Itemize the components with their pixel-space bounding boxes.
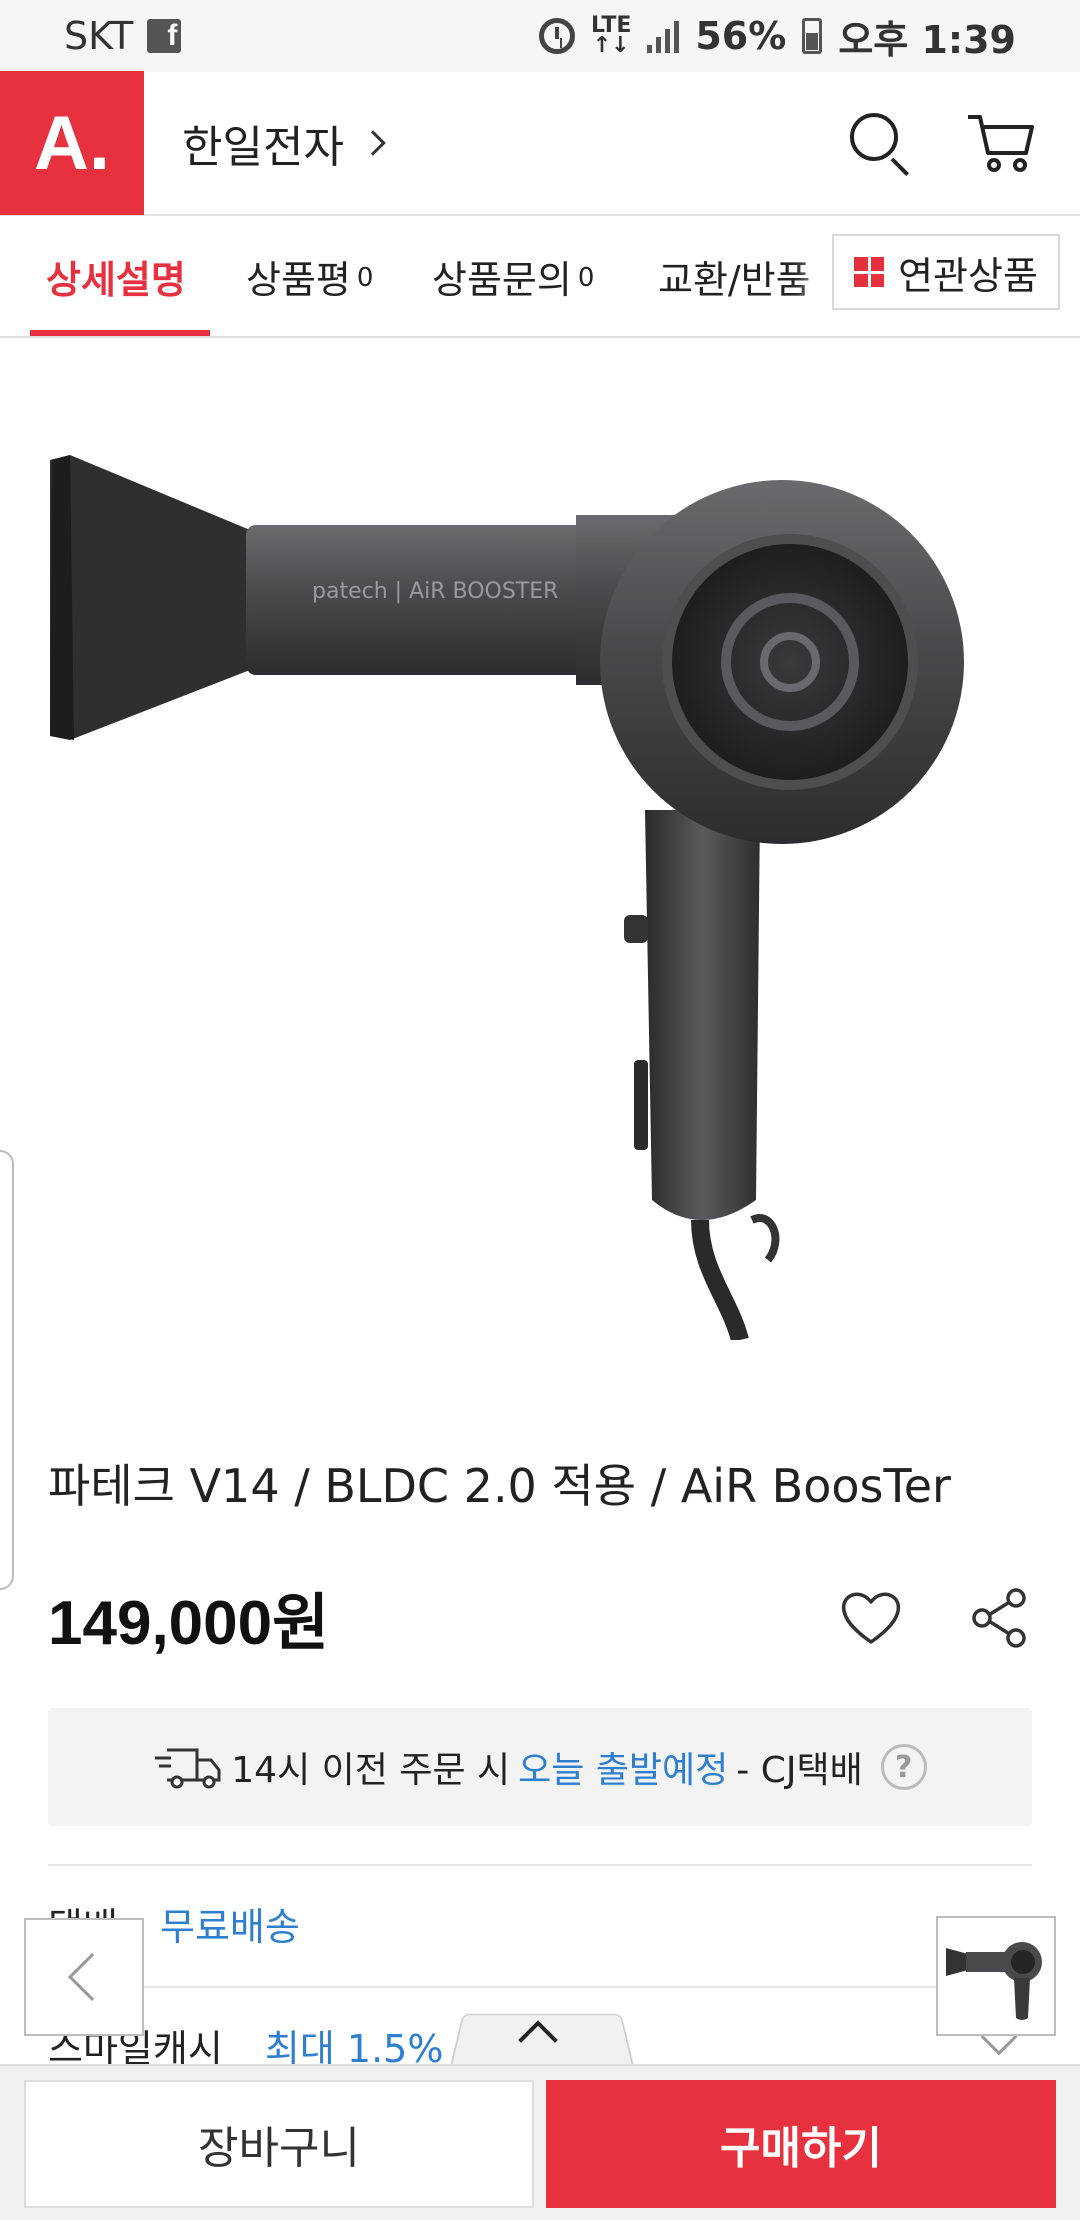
divider [48, 1864, 1032, 1866]
clock: 오후 1:39 [838, 17, 1016, 62]
lte-indicator: LTE ↑↓ [590, 13, 632, 58]
delivery-truck-icon [155, 1748, 221, 1789]
chevron-right-icon [360, 130, 386, 156]
back-button[interactable] [24, 1918, 144, 2036]
store-link[interactable]: 한일전자 [182, 111, 386, 175]
bottom-action-bar: 장바구니 구매하기 [0, 2064, 1080, 2220]
shipping-highlight: 오늘 출발예정 [518, 1750, 729, 1791]
shipping-notice: 14시 이전 주문 시 오늘 출발예정 - CJ택배 ? [48, 1708, 1032, 1826]
carrier-label: SKT [64, 14, 134, 58]
app-header: A. 한일전자 [0, 71, 1080, 216]
alarm-icon [538, 18, 575, 54]
heart-icon[interactable] [840, 1590, 902, 1646]
product-price: 149,000원 [48, 1589, 330, 1658]
battery-percent: 56% [695, 14, 787, 58]
status-bar: SKT f LTE ↑↓ 56% 오후 1:39 [0, 0, 1080, 72]
tab-reviews[interactable]: 상품평 0 [246, 216, 373, 336]
grid-icon [854, 257, 885, 287]
detail-tabs: 상세설명 상품평 0 상품문의 0 교환/반품 연관상품 [0, 216, 1080, 338]
thumbnail-image [946, 1942, 1042, 2020]
product-title: 파테크 V14 / BLDC 2.0 적용 / AiR BoosTer [48, 1459, 951, 1513]
shipping-suffix: - CJ택배 [736, 1750, 863, 1791]
help-icon[interactable]: ? [880, 1744, 927, 1790]
dryer-brand-text: patech | AiR BOOSTER [312, 579, 558, 604]
divider [48, 1986, 1032, 1988]
related-products-button[interactable]: 연관상품 [832, 234, 1060, 310]
buy-now-button[interactable]: 구매하기 [546, 2080, 1056, 2208]
search-icon[interactable] [848, 111, 910, 176]
add-to-cart-button[interactable]: 장바구니 [24, 2080, 534, 2208]
battery-icon [802, 18, 823, 54]
chevron-left-icon [67, 1952, 117, 2002]
shipping-prefix: 14시 이전 주문 시 [231, 1750, 511, 1791]
delivery-value: 무료배송 [160, 1905, 300, 1949]
facebook-notification-icon: f [147, 19, 182, 53]
tab-description[interactable]: 상세설명 [46, 216, 186, 336]
tab-questions[interactable]: 상품문의 0 [432, 216, 594, 336]
cart-icon[interactable] [966, 111, 1036, 175]
product-image[interactable]: patech | AiR BOOSTER [0, 340, 1080, 1340]
logo[interactable]: A. [0, 71, 144, 215]
tab-exchange-return[interactable]: 교환/반품 [658, 216, 811, 336]
side-drawer-handle[interactable] [0, 1150, 14, 1590]
question-count: 0 [577, 263, 595, 293]
signal-icon [647, 19, 680, 53]
share-icon[interactable] [968, 1586, 1032, 1650]
review-count: 0 [356, 263, 374, 293]
active-tab-indicator [30, 330, 210, 336]
product-thumbnail-button[interactable] [936, 1916, 1056, 2036]
store-name: 한일전자 [182, 122, 344, 173]
